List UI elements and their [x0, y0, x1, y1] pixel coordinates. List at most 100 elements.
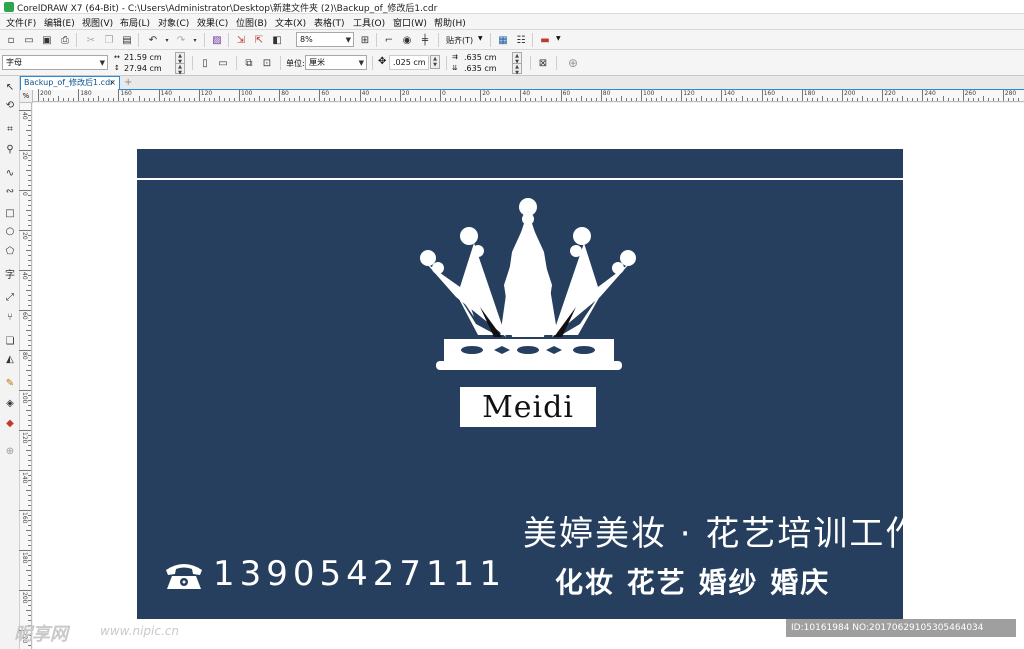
crop-tool-icon[interactable]: ⌗	[3, 122, 17, 136]
tab-document[interactable]: Backup_of_修改后1.cdr ×	[20, 76, 120, 90]
show-rulers-icon[interactable]: ⌐	[382, 33, 396, 47]
treat-as-filled-icon[interactable]: ⊠	[536, 56, 550, 70]
undo-dropdown-icon[interactable]: ▾	[160, 33, 174, 47]
page-height-field[interactable]: 27.94 cm	[124, 64, 162, 73]
telephone-icon	[166, 564, 202, 589]
ruler-tick	[666, 98, 668, 101]
redo-icon[interactable]: ↷	[174, 33, 188, 47]
menu-file[interactable]: 文件(F)	[6, 16, 36, 29]
welcome-screen-icon[interactable]: ▦	[496, 33, 510, 47]
duplicate-y-field[interactable]: .635 cm	[464, 64, 497, 73]
undo-icon[interactable]: ↶	[146, 33, 160, 47]
all-pages-icon[interactable]: ⧉	[242, 56, 256, 70]
parallel-dimension-tool-icon[interactable]: ⤢	[3, 290, 17, 304]
ruler-tick	[28, 245, 31, 246]
copy-icon[interactable]: ❐	[102, 33, 116, 47]
menu-edit[interactable]: 编辑(E)	[44, 16, 75, 29]
full-screen-icon[interactable]: ⊞	[358, 33, 372, 47]
ellipse-tool-icon[interactable]: ○	[3, 224, 17, 238]
page-height-icon: ↕	[114, 64, 120, 72]
ruler-tick	[977, 98, 979, 101]
duplicate-y-stepper[interactable]: ▲ ▼	[512, 63, 522, 76]
add-tab-icon[interactable]: +	[124, 77, 132, 88]
menu-text[interactable]: 文本(X)	[275, 16, 306, 29]
publish-pdf-icon[interactable]: ◧	[270, 33, 284, 47]
shape-tool-icon[interactable]: ⟲	[3, 98, 17, 112]
ruler-tick	[228, 98, 230, 101]
portrait-orientation-icon[interactable]: ▯	[198, 56, 212, 70]
drop-shadow-tool-icon[interactable]: ❏	[3, 334, 17, 348]
menu-view[interactable]: 视图(V)	[82, 16, 113, 29]
ruler-tick	[19, 390, 31, 391]
menu-object[interactable]: 对象(C)	[158, 16, 189, 29]
ruler-tick	[133, 98, 135, 101]
duplicate-x-field[interactable]: .635 cm	[464, 53, 497, 62]
text-tool-icon[interactable]: 字	[3, 266, 17, 281]
menu-effects[interactable]: 效果(C)	[197, 16, 228, 29]
height-stepper[interactable]: ▲ ▼	[175, 63, 185, 76]
open-folder-icon[interactable]: ▭	[22, 33, 36, 47]
menu-layout[interactable]: 布局(L)	[120, 16, 150, 29]
application-launcher-icon[interactable]: ▬	[538, 33, 552, 47]
ruler-tick	[625, 98, 627, 101]
import-icon[interactable]: ⇲	[234, 33, 248, 47]
color-eyedropper-tool-icon[interactable]: ✎	[3, 376, 17, 390]
menu-table[interactable]: 表格(T)	[314, 16, 345, 29]
ruler-label: 120	[200, 90, 213, 97]
snap-to-dropdown[interactable]: 贴齐(T)	[446, 35, 473, 46]
ruler-label: 40	[21, 272, 28, 280]
menu-window[interactable]: 窗口(W)	[393, 16, 427, 29]
ruler-tick	[28, 140, 31, 141]
current-page-icon[interactable]: ⊡	[260, 56, 274, 70]
print-icon[interactable]: ⎙	[58, 33, 72, 47]
menu-help[interactable]: 帮助(H)	[434, 16, 466, 29]
menu-bitmap[interactable]: 位图(B)	[236, 16, 267, 29]
ruler-tick	[641, 89, 642, 101]
quick-customize-icon[interactable]: ⊕	[566, 56, 580, 70]
ruler-tick	[656, 98, 658, 101]
business-card[interactable]: Meidi 美婷美妆 · 花艺培训工作室 化妆 花艺 婚纱 婚庆 1390542…	[137, 149, 955, 619]
options-icon[interactable]: ☷	[514, 33, 528, 47]
polygon-tool-icon[interactable]: ⬠	[3, 244, 17, 258]
interactive-fill-tool-icon[interactable]: ◈	[3, 396, 17, 410]
paper-size-dropdown[interactable]: 字母 ▼	[2, 55, 108, 70]
show-grid-icon[interactable]: ◉	[400, 33, 414, 47]
pick-tool-icon[interactable]: ↖	[3, 80, 17, 94]
smart-drawing-tool-icon[interactable]: ∾	[3, 184, 17, 198]
page-width-field[interactable]: 21.59 cm	[124, 53, 162, 62]
show-guidelines-icon[interactable]: ╪	[418, 33, 432, 47]
ruler-tick	[671, 98, 673, 101]
zoom-level-dropdown[interactable]: 8% ▼	[296, 32, 354, 47]
nudge-stepper[interactable]: ▲ ▼	[430, 55, 440, 69]
freehand-tool-icon[interactable]: ∿	[3, 166, 17, 180]
zoom-tool-icon[interactable]: ⚲	[3, 142, 17, 156]
ruler-tick	[19, 150, 31, 151]
vertical-ruler[interactable]: 40 20 0 20 40 60 80 100 120 140 160 180 200 220	[19, 102, 32, 649]
ruler-tick	[545, 98, 547, 101]
horizontal-ruler[interactable]: 200 180 160 140 120 100 80 60 40 20 0 20 40 60 80 100 12…	[20, 89, 1024, 102]
redo-dropdown-icon[interactable]: ▾	[188, 33, 202, 47]
ruler-label: 200	[21, 592, 28, 604]
transparency-tool-icon[interactable]: ◭	[3, 352, 17, 366]
connector-tool-icon[interactable]: ⑂	[3, 310, 17, 324]
units-dropdown[interactable]: 厘米 ▼	[305, 55, 367, 70]
ruler-tick	[374, 98, 376, 101]
ruler-label: 80	[281, 90, 289, 97]
landscape-orientation-icon[interactable]: ▭	[216, 56, 230, 70]
cut-icon[interactable]: ✂	[84, 33, 98, 47]
ruler-tick	[163, 98, 165, 101]
corel-connect-icon[interactable]: ▨	[210, 33, 224, 47]
nudge-distance-field[interactable]: .025 cm	[389, 55, 429, 70]
rectangle-tool-icon[interactable]: □	[3, 206, 17, 220]
quick-customize-icon[interactable]: ⊕	[3, 444, 17, 458]
close-icon[interactable]: ×	[109, 77, 116, 89]
save-icon[interactable]: ▣	[40, 33, 54, 47]
export-icon[interactable]: ⇱	[252, 33, 266, 47]
ruler-origin-corner[interactable]: %	[20, 90, 33, 103]
new-document-icon[interactable]: ▫	[4, 33, 18, 47]
paste-icon[interactable]: ▤	[120, 33, 134, 47]
ruler-tick	[28, 325, 31, 326]
smart-fill-tool-icon[interactable]: ◆	[3, 416, 17, 430]
ruler-tick	[233, 98, 235, 101]
menu-tools[interactable]: 工具(O)	[353, 16, 385, 29]
